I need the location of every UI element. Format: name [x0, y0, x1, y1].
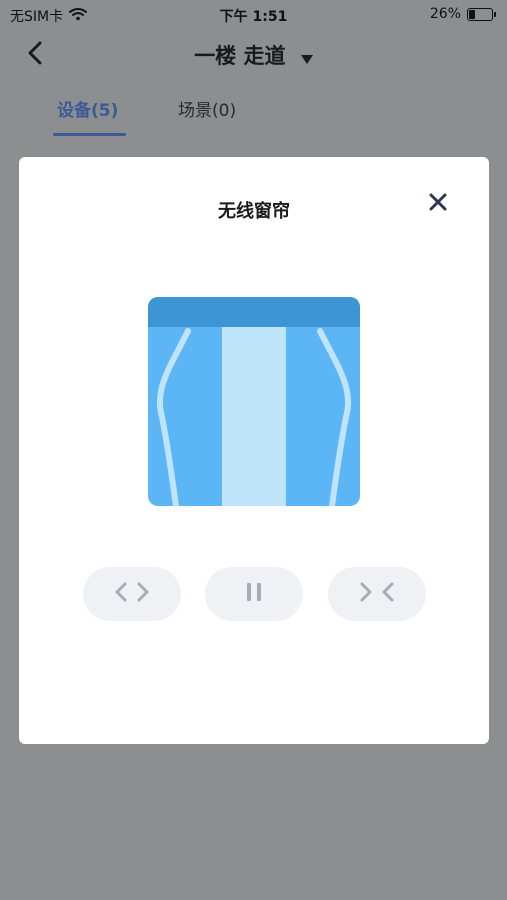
pause-icon: [245, 581, 263, 607]
status-right: 26%: [429, 6, 496, 22]
open-curtain-button[interactable]: [83, 567, 181, 621]
location-selector[interactable]: 一楼 走道: [0, 40, 507, 70]
close-button[interactable]: [425, 191, 451, 217]
dialog-title: 无线窗帘: [218, 201, 290, 222]
page-title: 一楼 走道: [194, 44, 286, 68]
curtain-controls: [19, 567, 489, 621]
tab-scenes[interactable]: 场景(0): [178, 96, 236, 121]
caret-down-icon: [300, 45, 313, 69]
tab-bar: 设备(5) 场景(0): [0, 88, 507, 138]
close-curtain-icon: [360, 581, 394, 607]
tab-devices[interactable]: 设备(5): [57, 96, 118, 121]
curtain-icon: [148, 297, 360, 506]
pause-curtain-button[interactable]: [205, 567, 303, 621]
curtain-control-dialog: 无线窗帘: [19, 157, 489, 744]
open-curtain-icon: [115, 581, 149, 607]
close-icon: [428, 192, 448, 216]
close-curtain-button[interactable]: [328, 567, 426, 621]
battery-level: [469, 9, 476, 19]
battery-icon: [467, 7, 496, 21]
nav-bar: 一楼 走道: [0, 30, 507, 80]
active-tab-indicator: [53, 133, 126, 136]
status-bar: 无SIM卡 下午 1:51 26%: [0, 0, 507, 30]
battery-percent: 26%: [429, 6, 461, 22]
